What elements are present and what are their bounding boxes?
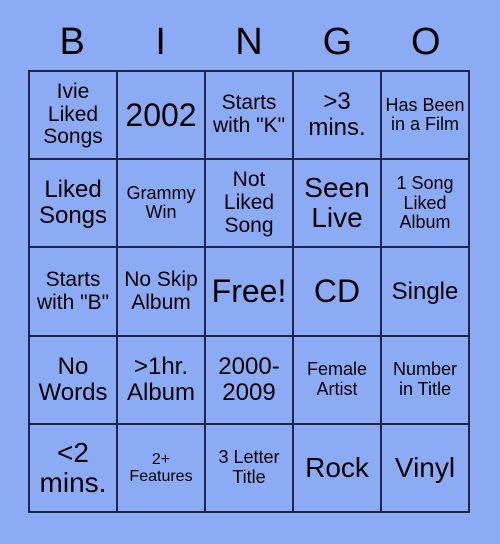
bingo-cell-o5[interactable]: Vinyl bbox=[382, 424, 470, 514]
bingo-row: <2 mins. 2+ Features 3 Letter Title Rock… bbox=[30, 424, 470, 514]
header-letter-o: O bbox=[411, 20, 441, 63]
bingo-cell-i1[interactable]: 2002 bbox=[118, 72, 206, 161]
bingo-row: No Words >1hr. Album 2000-2009 Female Ar… bbox=[30, 336, 470, 425]
bingo-cell-n4[interactable]: 2000-2009 bbox=[206, 336, 294, 425]
bingo-row: Starts with "B" No Skip Album Free! CD S… bbox=[30, 248, 470, 337]
bingo-cell-n1[interactable]: Starts with "K" bbox=[206, 72, 294, 161]
bingo-cell-i3[interactable]: No Skip Album bbox=[118, 248, 206, 337]
bingo-cell-free-space[interactable]: Free! bbox=[206, 248, 294, 337]
bingo-cell-b2[interactable]: Liked Songs bbox=[30, 160, 118, 249]
bingo-cell-b4[interactable]: No Words bbox=[30, 336, 118, 425]
bingo-cell-i5[interactable]: 2+ Features bbox=[118, 424, 206, 514]
bingo-cell-b3[interactable]: Starts with "B" bbox=[30, 248, 118, 337]
bingo-cell-g2[interactable]: Seen Live bbox=[294, 160, 382, 249]
bingo-cell-b5[interactable]: <2 mins. bbox=[30, 424, 118, 514]
header-letter-i: I bbox=[155, 20, 166, 63]
bingo-cell-i4[interactable]: >1hr. Album bbox=[118, 336, 206, 425]
bingo-cell-g3[interactable]: CD bbox=[294, 248, 382, 337]
bingo-cell-o1[interactable]: Has Been in a Film bbox=[382, 72, 470, 161]
bingo-cell-o3[interactable]: Single bbox=[382, 248, 470, 337]
bingo-cell-i2[interactable]: Grammy Win bbox=[118, 160, 206, 249]
bingo-cell-n5[interactable]: 3 Letter Title bbox=[206, 424, 294, 514]
bingo-cell-o4[interactable]: Number in Title bbox=[382, 336, 470, 425]
bingo-row: Ivie Liked Songs 2002 Starts with "K" >3… bbox=[30, 72, 470, 161]
header-letter-b: B bbox=[59, 20, 85, 63]
bingo-cell-b1[interactable]: Ivie Liked Songs bbox=[30, 72, 118, 161]
bingo-row: Liked Songs Grammy Win Not Liked Song Se… bbox=[30, 160, 470, 249]
bingo-card: B I N G O Ivie Liked Songs 2002 Starts w… bbox=[0, 0, 500, 544]
bingo-cell-g4[interactable]: Female Artist bbox=[294, 336, 382, 425]
bingo-cell-o2[interactable]: 1 Song Liked Album bbox=[382, 160, 470, 249]
header-letter-n: N bbox=[235, 20, 263, 63]
bingo-grid: Ivie Liked Songs 2002 Starts with "K" >3… bbox=[28, 70, 470, 514]
header-letter-g: G bbox=[322, 20, 353, 63]
bingo-header-row: B I N G O bbox=[28, 13, 470, 70]
bingo-cell-g5[interactable]: Rock bbox=[294, 424, 382, 514]
bingo-cell-g1[interactable]: >3 mins. bbox=[294, 72, 382, 161]
bingo-cell-n2[interactable]: Not Liked Song bbox=[206, 160, 294, 249]
